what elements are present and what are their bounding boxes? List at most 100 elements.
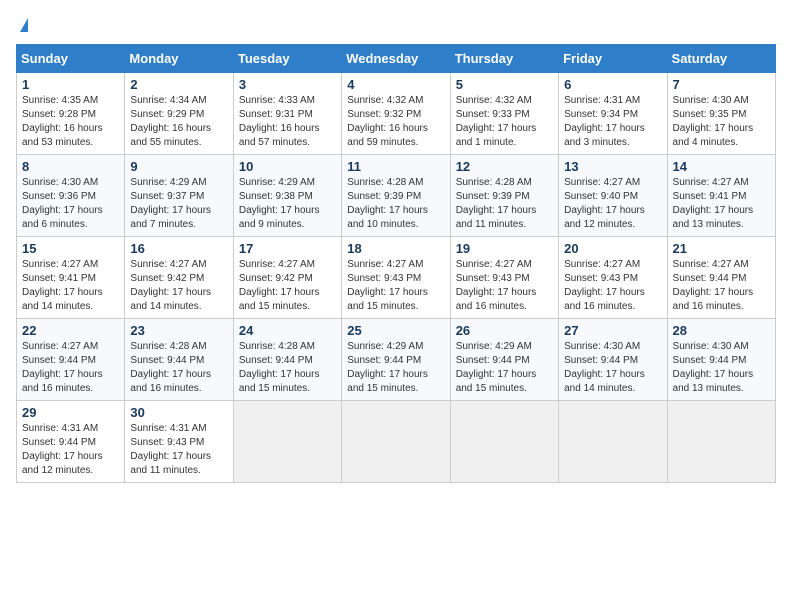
day-details: Sunrise: 4:29 AMSunset: 9:38 PMDaylight:… — [239, 176, 336, 232]
day-number: 19 — [456, 241, 553, 256]
calendar-header-row: SundayMondayTuesdayWednesdayThursdayFrid… — [17, 45, 776, 73]
day-details: Sunrise: 4:30 AMSunset: 9:36 PMDaylight:… — [22, 176, 119, 232]
calendar-header-thursday: Thursday — [450, 45, 558, 73]
day-details: Sunrise: 4:27 AMSunset: 9:42 PMDaylight:… — [130, 258, 227, 314]
calendar-cell: 11 Sunrise: 4:28 AMSunset: 9:39 PMDayligh… — [342, 155, 450, 237]
calendar-week-2: 8 Sunrise: 4:30 AMSunset: 9:36 PMDaylight… — [17, 155, 776, 237]
day-details: Sunrise: 4:30 AMSunset: 9:44 PMDaylight:… — [673, 340, 770, 396]
calendar-table: SundayMondayTuesdayWednesdayThursdayFrid… — [16, 44, 776, 483]
calendar-cell: 29Sunrise: 4:31 AMSunset: 9:44 PMDayligh… — [17, 401, 125, 483]
day-details: Sunrise: 4:34 AMSunset: 9:29 PMDaylight:… — [130, 94, 227, 150]
calendar-cell: 14 Sunrise: 4:27 AMSunset: 9:41 PMDayligh… — [667, 155, 775, 237]
day-details: Sunrise: 4:27 AMSunset: 9:41 PMDaylight:… — [22, 258, 119, 314]
day-number: 3 — [239, 77, 336, 92]
day-number: 15 — [22, 241, 119, 256]
day-details: Sunrise: 4:28 AMSunset: 9:39 PMDaylight:… — [456, 176, 553, 232]
day-details: Sunrise: 4:28 AMSunset: 9:44 PMDaylight:… — [239, 340, 336, 396]
day-number: 7 — [673, 77, 770, 92]
calendar-cell: 10Sunrise: 4:29 AMSunset: 9:38 PMDayligh… — [233, 155, 341, 237]
day-details: Sunrise: 4:28 AMSunset: 9:39 PMDaylight:… — [347, 176, 444, 232]
day-details: Sunrise: 4:32 AMSunset: 9:32 PMDaylight:… — [347, 94, 444, 150]
calendar-cell: 21 Sunrise: 4:27 AMSunset: 9:44 PMDayligh… — [667, 237, 775, 319]
day-number: 2 — [130, 77, 227, 92]
day-details: Sunrise: 4:32 AMSunset: 9:33 PMDaylight:… — [456, 94, 553, 150]
calendar-header-monday: Monday — [125, 45, 233, 73]
day-details: Sunrise: 4:28 AMSunset: 9:44 PMDaylight:… — [130, 340, 227, 396]
calendar-cell: 8 Sunrise: 4:30 AMSunset: 9:36 PMDaylight… — [17, 155, 125, 237]
calendar-cell — [233, 401, 341, 483]
day-details: Sunrise: 4:29 AMSunset: 9:37 PMDaylight:… — [130, 176, 227, 232]
day-details: Sunrise: 4:30 AMSunset: 9:35 PMDaylight:… — [673, 94, 770, 150]
day-number: 13 — [564, 159, 661, 174]
calendar-cell — [342, 401, 450, 483]
calendar-cell: 9 Sunrise: 4:29 AMSunset: 9:37 PMDaylight… — [125, 155, 233, 237]
calendar-cell: 2 Sunrise: 4:34 AMSunset: 9:29 PMDaylight… — [125, 73, 233, 155]
calendar-cell: 22 Sunrise: 4:27 AMSunset: 9:44 PMDayligh… — [17, 319, 125, 401]
calendar-cell: 18 Sunrise: 4:27 AMSunset: 9:43 PMDayligh… — [342, 237, 450, 319]
day-details: Sunrise: 4:27 AMSunset: 9:43 PMDaylight:… — [456, 258, 553, 314]
calendar-cell: 13 Sunrise: 4:27 AMSunset: 9:40 PMDayligh… — [559, 155, 667, 237]
day-details: Sunrise: 4:27 AMSunset: 9:43 PMDaylight:… — [564, 258, 661, 314]
day-number: 6 — [564, 77, 661, 92]
calendar-header-friday: Friday — [559, 45, 667, 73]
day-details: Sunrise: 4:27 AMSunset: 9:43 PMDaylight:… — [347, 258, 444, 314]
calendar-cell: 19 Sunrise: 4:27 AMSunset: 9:43 PMDayligh… — [450, 237, 558, 319]
day-number: 22 — [22, 323, 119, 338]
calendar-cell: 20 Sunrise: 4:27 AMSunset: 9:43 PMDayligh… — [559, 237, 667, 319]
day-number: 12 — [456, 159, 553, 174]
calendar-cell: 28 Sunrise: 4:30 AMSunset: 9:44 PMDayligh… — [667, 319, 775, 401]
page-header — [16, 16, 776, 34]
calendar-cell: 15 Sunrise: 4:27 AMSunset: 9:41 PMDayligh… — [17, 237, 125, 319]
calendar-cell: 5 Sunrise: 4:32 AMSunset: 9:33 PMDaylight… — [450, 73, 558, 155]
day-details: Sunrise: 4:33 AMSunset: 9:31 PMDaylight:… — [239, 94, 336, 150]
day-number: 1 — [22, 77, 119, 92]
calendar-week-5: 29Sunrise: 4:31 AMSunset: 9:44 PMDayligh… — [17, 401, 776, 483]
calendar-cell: 25 Sunrise: 4:29 AMSunset: 9:44 PMDayligh… — [342, 319, 450, 401]
day-number: 25 — [347, 323, 444, 338]
day-details: Sunrise: 4:31 AMSunset: 9:43 PMDaylight:… — [130, 422, 227, 478]
day-number: 26 — [456, 323, 553, 338]
day-number: 20 — [564, 241, 661, 256]
calendar-cell: 7 Sunrise: 4:30 AMSunset: 9:35 PMDaylight… — [667, 73, 775, 155]
day-number: 11 — [347, 159, 444, 174]
calendar-cell: 24 Sunrise: 4:28 AMSunset: 9:44 PMDayligh… — [233, 319, 341, 401]
day-details: Sunrise: 4:29 AMSunset: 9:44 PMDaylight:… — [347, 340, 444, 396]
day-number: 8 — [22, 159, 119, 174]
day-number: 14 — [673, 159, 770, 174]
day-details: Sunrise: 4:27 AMSunset: 9:44 PMDaylight:… — [22, 340, 119, 396]
day-number: 23 — [130, 323, 227, 338]
calendar-cell: 27Sunrise: 4:30 AMSunset: 9:44 PMDayligh… — [559, 319, 667, 401]
calendar-cell — [450, 401, 558, 483]
calendar-cell: 3 Sunrise: 4:33 AMSunset: 9:31 PMDaylight… — [233, 73, 341, 155]
calendar-week-3: 15 Sunrise: 4:27 AMSunset: 9:41 PMDayligh… — [17, 237, 776, 319]
calendar-cell: 26Sunrise: 4:29 AMSunset: 9:44 PMDayligh… — [450, 319, 558, 401]
day-number: 4 — [347, 77, 444, 92]
day-number: 5 — [456, 77, 553, 92]
calendar-cell — [667, 401, 775, 483]
calendar-cell: 6Sunrise: 4:31 AMSunset: 9:34 PMDaylight… — [559, 73, 667, 155]
day-number: 24 — [239, 323, 336, 338]
calendar-cell — [559, 401, 667, 483]
day-details: Sunrise: 4:35 AMSunset: 9:28 PMDaylight:… — [22, 94, 119, 150]
logo — [16, 16, 28, 34]
calendar-cell: 4 Sunrise: 4:32 AMSunset: 9:32 PMDaylight… — [342, 73, 450, 155]
day-details: Sunrise: 4:27 AMSunset: 9:41 PMDaylight:… — [673, 176, 770, 232]
calendar-cell: 30 Sunrise: 4:31 AMSunset: 9:43 PMDayligh… — [125, 401, 233, 483]
day-number: 21 — [673, 241, 770, 256]
day-details: Sunrise: 4:27 AMSunset: 9:40 PMDaylight:… — [564, 176, 661, 232]
calendar-cell: 23 Sunrise: 4:28 AMSunset: 9:44 PMDayligh… — [125, 319, 233, 401]
day-details: Sunrise: 4:27 AMSunset: 9:44 PMDaylight:… — [673, 258, 770, 314]
day-number: 9 — [130, 159, 227, 174]
calendar-header-tuesday: Tuesday — [233, 45, 341, 73]
logo-triangle-icon — [20, 18, 28, 32]
calendar-cell: 1 Sunrise: 4:35 AMSunset: 9:28 PMDaylight… — [17, 73, 125, 155]
day-number: 30 — [130, 405, 227, 420]
calendar-cell: 16Sunrise: 4:27 AMSunset: 9:42 PMDayligh… — [125, 237, 233, 319]
calendar-week-4: 22 Sunrise: 4:27 AMSunset: 9:44 PMDayligh… — [17, 319, 776, 401]
day-number: 28 — [673, 323, 770, 338]
day-details: Sunrise: 4:30 AMSunset: 9:44 PMDaylight:… — [564, 340, 661, 396]
day-details: Sunrise: 4:27 AMSunset: 9:42 PMDaylight:… — [239, 258, 336, 314]
day-number: 18 — [347, 241, 444, 256]
day-details: Sunrise: 4:31 AMSunset: 9:44 PMDaylight:… — [22, 422, 119, 478]
calendar-header-saturday: Saturday — [667, 45, 775, 73]
